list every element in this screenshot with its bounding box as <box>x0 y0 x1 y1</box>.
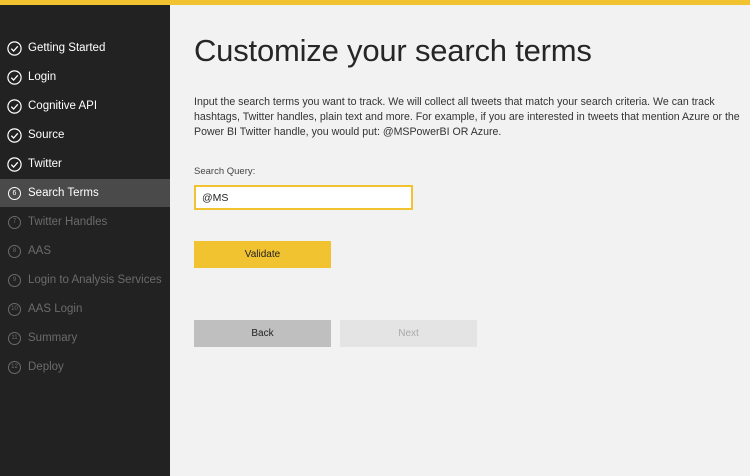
main-content: Customize your search terms Input the se… <box>170 5 750 476</box>
sidebar-item-aas: 8 AAS <box>0 237 170 265</box>
sidebar-item-deploy: 12 Deploy <box>0 353 170 381</box>
checkmark-icon <box>7 69 22 85</box>
back-button[interactable]: Back <box>194 320 331 347</box>
search-query-label: Search Query: <box>194 166 256 177</box>
step-number-icon: 7 <box>7 215 22 230</box>
sidebar-item-summary: 11 Summary <box>0 324 170 352</box>
step-number-icon: 10 <box>7 302 22 317</box>
sidebar-item-label: AAS <box>28 245 52 257</box>
step-number-icon: 8 <box>7 244 22 259</box>
checkmark-icon <box>7 98 22 114</box>
sidebar-item-search-terms[interactable]: 6 Search Terms <box>0 179 170 207</box>
sidebar-item-twitter[interactable]: Twitter <box>0 150 170 178</box>
step-number-icon: 9 <box>7 273 22 288</box>
page-description: Input the search terms you want to track… <box>194 96 740 138</box>
checkmark-icon <box>7 156 22 172</box>
sidebar-item-label: Cognitive API <box>28 100 98 112</box>
sidebar-item-twitter-handles: 7 Twitter Handles <box>0 208 170 236</box>
next-button: Next <box>340 320 477 347</box>
sidebar-item-aas-login: 10 AAS Login <box>0 295 170 323</box>
validate-button[interactable]: Validate <box>194 241 331 268</box>
sidebar-item-label: Getting Started <box>28 42 106 54</box>
sidebar-item-getting-started[interactable]: Getting Started <box>0 34 170 62</box>
sidebar-item-login[interactable]: Login <box>0 63 170 91</box>
sidebar-item-label: Source <box>28 129 65 141</box>
step-number-icon: 12 <box>7 360 22 375</box>
checkmark-icon <box>7 127 22 143</box>
sidebar-item-label: Summary <box>28 332 78 344</box>
sidebar-item-login-analysis-services: 9 Login to Analysis Services <box>0 266 170 294</box>
sidebar-item-label: Search Terms <box>28 187 99 199</box>
checkmark-icon <box>7 40 22 56</box>
sidebar-item-label: Login <box>28 71 57 83</box>
sidebar-item-label: Twitter <box>28 158 62 170</box>
sidebar-item-label: AAS Login <box>28 303 83 315</box>
search-query-input[interactable] <box>194 185 413 210</box>
step-number-icon: 11 <box>7 331 22 346</box>
sidebar-item-label: Login to Analysis Services <box>28 274 162 286</box>
sidebar-item-source[interactable]: Source <box>0 121 170 149</box>
sidebar-item-label: Deploy <box>28 361 64 373</box>
wizard-sidebar: Getting Started Login Cognitive API Sour… <box>0 5 170 476</box>
step-number-icon: 6 <box>7 186 22 201</box>
sidebar-item-cognitive-api[interactable]: Cognitive API <box>0 92 170 120</box>
page-title: Customize your search terms <box>194 33 592 68</box>
sidebar-item-label: Twitter Handles <box>28 216 108 228</box>
